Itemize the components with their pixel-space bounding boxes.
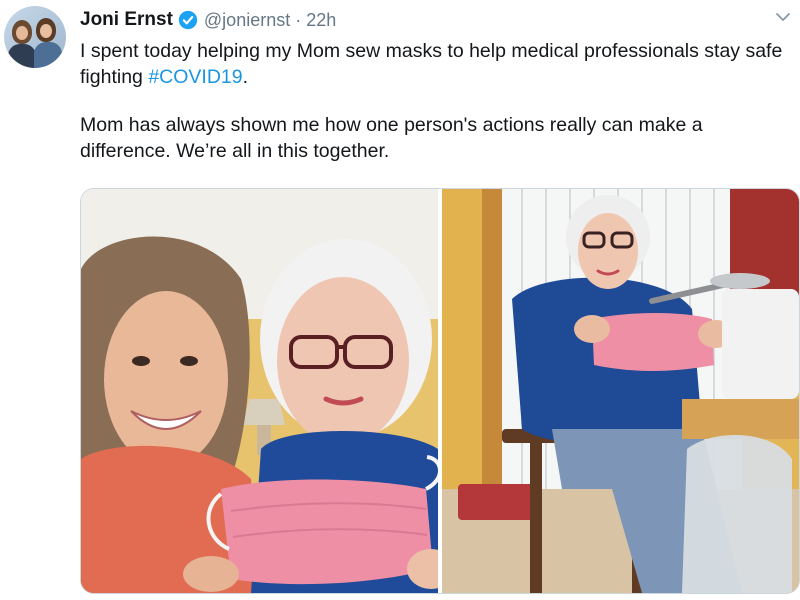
chevron-down-icon[interactable] (774, 10, 792, 24)
avatar[interactable] (4, 6, 66, 68)
author-name[interactable]: Joni Ernst (80, 9, 173, 31)
tweet-header: Joni Ernst @joniernst · 22h (80, 8, 336, 32)
tweet-timestamp[interactable]: 22h (306, 10, 336, 31)
avatar-figure-right-body (34, 42, 62, 68)
photo-selfie[interactable] (81, 189, 438, 593)
hashtag-link[interactable]: #COVID19 (148, 66, 242, 88)
avatar-figure-right-face (40, 24, 52, 38)
photo-sewing-illustration (442, 189, 799, 593)
author-handle[interactable]: @joniernst (204, 10, 290, 31)
verified-badge-icon (178, 10, 198, 30)
avatar-figure-left-body (8, 44, 36, 68)
photo-sewing[interactable] (442, 189, 799, 593)
tweet-text: I spent today helping my Mom sew masks t… (80, 38, 795, 164)
tweet-paragraph-1: I spent today helping my Mom sew masks t… (80, 38, 795, 90)
tweet-paragraph-1-end: . (242, 66, 249, 88)
media-grid (80, 188, 800, 594)
avatar-figure-left-face (16, 26, 28, 40)
photo-selfie-illustration (81, 189, 438, 593)
separator-dot: · (295, 9, 302, 30)
tweet-paragraph-2: Mom has always shown me how one person's… (80, 114, 703, 162)
